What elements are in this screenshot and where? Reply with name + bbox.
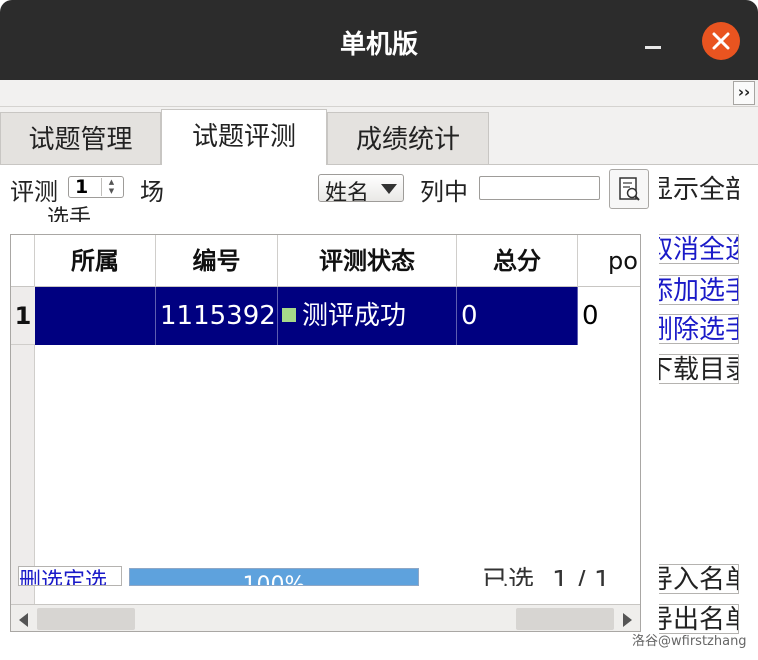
- scroll-right-icon[interactable]: [623, 613, 632, 627]
- delete-selected-button[interactable]: 删选定选: [18, 566, 122, 586]
- cell-id[interactable]: 1115392: [156, 287, 278, 345]
- search-input[interactable]: [479, 176, 600, 200]
- chevron-down-icon: [381, 184, 397, 194]
- tab-bar: 试题管理 试题评测 成绩统计: [0, 109, 758, 165]
- scroll-track-segment[interactable]: [37, 608, 135, 630]
- column-header-status[interactable]: 评测状态: [278, 235, 457, 287]
- minimize-button[interactable]: [643, 36, 665, 54]
- column-header-total[interactable]: 总分: [457, 235, 578, 287]
- select-player-label: 选手: [47, 206, 92, 222]
- toolbar-overflow-button[interactable]: ››: [733, 81, 755, 105]
- watermark: 洛谷@wfirstzhang: [632, 634, 747, 649]
- close-button[interactable]: [702, 22, 740, 60]
- round-spinner[interactable]: 1 ▲ ▼: [68, 176, 124, 198]
- cell-po[interactable]: 0: [578, 287, 640, 345]
- scroll-thumb[interactable]: [516, 608, 614, 630]
- spinner-arrows[interactable]: ▲ ▼: [101, 178, 121, 196]
- selected-count-label: 已选: [482, 566, 535, 586]
- cell-total[interactable]: 0: [457, 287, 578, 345]
- field-select-value: 姓名: [325, 181, 370, 202]
- cell-belong[interactable]: [35, 287, 156, 345]
- selected-count-value: 1 / 1: [552, 566, 611, 586]
- show-all-button[interactable]: 显示全部: [659, 175, 739, 205]
- add-player-button[interactable]: 添加选手: [659, 275, 739, 305]
- app-window: ›› 试题管理 试题评测 成绩统计 评测 选手 1 ▲ ▼ 场 姓名 列中 显示…: [0, 80, 758, 660]
- search-document-icon: [619, 177, 640, 201]
- scroll-left-icon[interactable]: [19, 613, 28, 627]
- delete-player-button[interactable]: 删除选手: [659, 314, 739, 344]
- column-header-id[interactable]: 编号: [156, 235, 278, 287]
- table-header: 所属 编号 评测状态 总分 po: [11, 235, 640, 287]
- import-list-button[interactable]: 导入名单: [659, 564, 739, 594]
- close-icon: [712, 32, 730, 50]
- row-number[interactable]: 1: [11, 287, 35, 345]
- horizontal-scrollbar[interactable]: [11, 604, 640, 631]
- column-header-po[interactable]: po: [578, 235, 640, 287]
- cancel-all-button[interactable]: 取消全选: [659, 234, 739, 264]
- progress-label: 100%: [242, 573, 306, 586]
- status-text: 测评成功: [302, 301, 407, 331]
- cell-status[interactable]: 测评成功: [278, 287, 457, 345]
- column-label: 列中: [420, 178, 466, 206]
- corner-header: [11, 235, 35, 287]
- spin-up-icon[interactable]: ▲: [102, 178, 121, 187]
- round-value: 1: [75, 176, 89, 198]
- title-bar: 单机版: [0, 0, 758, 80]
- toolbar: ››: [0, 80, 758, 107]
- tab-score-statistics[interactable]: 成绩统计: [327, 112, 489, 164]
- column-header-belong[interactable]: 所属: [35, 235, 156, 287]
- status-indicator-icon: [282, 308, 296, 322]
- table-row[interactable]: 1 1115392 测评成功 0 0: [11, 287, 640, 345]
- field-select[interactable]: 姓名: [318, 174, 404, 202]
- download-dir-button[interactable]: 下载目录: [659, 354, 739, 384]
- round-suffix: 场: [140, 178, 164, 206]
- spin-down-icon[interactable]: ▼: [102, 187, 121, 196]
- search-button[interactable]: [609, 169, 649, 209]
- tab-question-evaluation[interactable]: 试题评测: [161, 109, 327, 165]
- progress-bar: 100%: [129, 568, 419, 586]
- tab-question-management[interactable]: 试题管理: [0, 112, 161, 164]
